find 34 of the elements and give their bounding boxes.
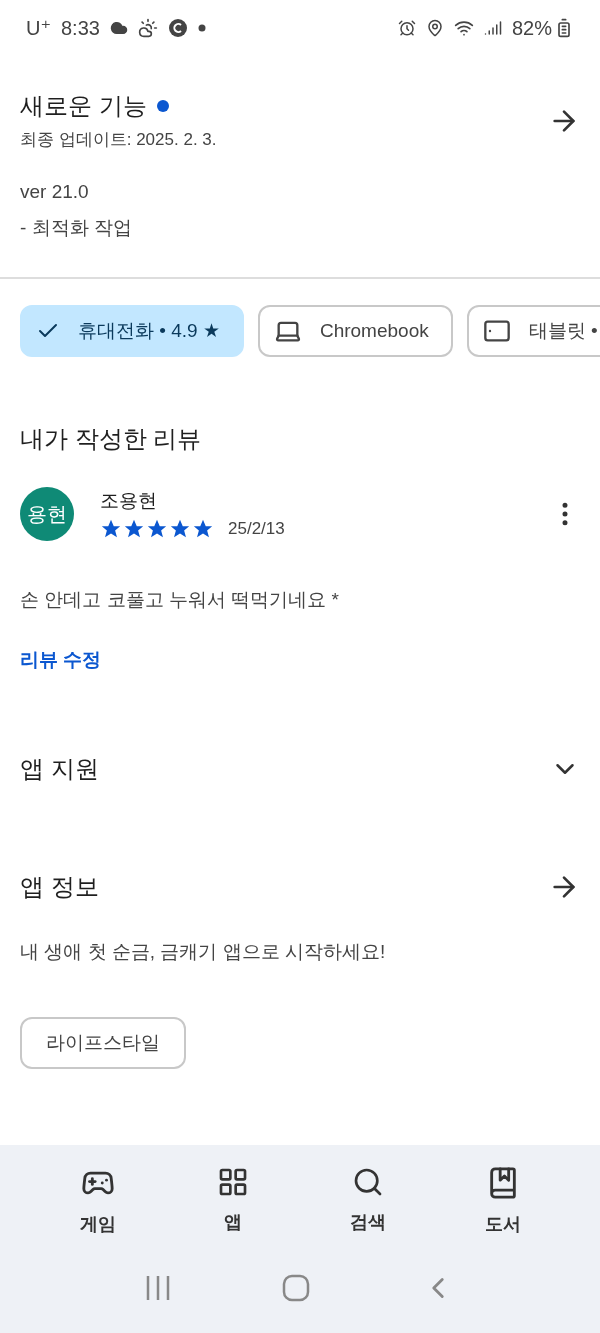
release-notes: - 최적화 작업 xyxy=(20,216,133,240)
avatar: 용현 xyxy=(20,487,74,541)
location-icon xyxy=(425,19,444,37)
battery-percent: 82% xyxy=(511,16,552,40)
version-text: ver 21.0 xyxy=(20,181,90,203)
category-chip[interactable]: 라이프스타일 xyxy=(20,1017,186,1069)
app-description: 내 생애 첫 순금, 금캐기 앱으로 시작하세요! xyxy=(20,940,387,964)
section-title: 내가 작성한 리뷰 xyxy=(20,424,202,454)
nav-tab[interactable]: 검색 xyxy=(317,1165,418,1237)
recent-apps-icon[interactable] xyxy=(145,1274,172,1302)
wifi-icon xyxy=(453,18,474,38)
alarm-icon xyxy=(397,19,416,37)
c-badge-icon xyxy=(167,18,188,38)
reviewer-name: 조용현 xyxy=(100,489,158,513)
clock-time: 8:33 xyxy=(61,16,100,40)
review-date: 25/2/13 xyxy=(228,519,285,539)
section-title: 앱 지원 xyxy=(20,754,99,784)
signal-icon xyxy=(483,19,502,37)
edit-review-link[interactable]: 리뷰 수정 xyxy=(20,647,102,673)
nav-tab[interactable]: 게임 xyxy=(47,1165,148,1237)
carrier-label: U⁺ xyxy=(26,16,51,40)
home-icon[interactable] xyxy=(282,1274,310,1302)
section-title: 앱 정보 xyxy=(20,872,99,902)
device-chip[interactable]: 휴대전화 • 4.9 ★ xyxy=(20,305,244,357)
weather-icon xyxy=(137,18,158,38)
nav-tab[interactable]: 앱 xyxy=(182,1165,283,1237)
section-title: 새로운 기능 xyxy=(20,90,169,122)
device-chip[interactable]: Chromebook xyxy=(257,305,453,357)
notification-dot-icon xyxy=(197,24,206,32)
review-text: 손 안데고 코풀고 누워서 떡먹기네요 * xyxy=(20,588,340,612)
update-date: 최종 업데이트: 2025. 2. 3. xyxy=(20,129,217,151)
cloud-icon xyxy=(109,19,128,37)
device-chip[interactable]: 태블릿 • xyxy=(466,305,600,357)
nav-tab[interactable]: 도서 xyxy=(452,1165,553,1237)
